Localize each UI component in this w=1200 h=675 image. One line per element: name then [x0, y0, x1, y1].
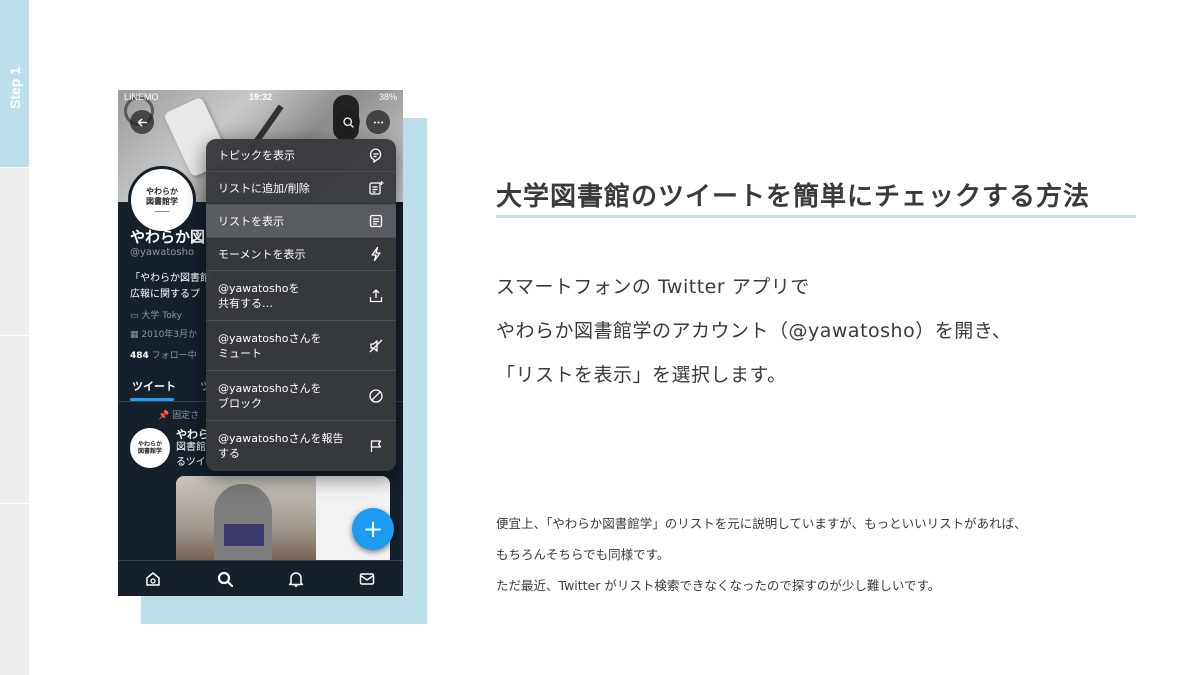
compose-tweet-button[interactable]: + [352, 508, 394, 550]
page-title: 大学図書館のツイートを簡単にチェックする方法 [496, 182, 1091, 212]
menu-item-label: @yawatoshoさんを ブロック [218, 381, 322, 410]
plus-icon: + [362, 515, 384, 543]
bio-line: 「やわらか図書館 [130, 273, 210, 284]
list-add-icon [368, 180, 384, 196]
avatar-text-line: 図書館学 [146, 196, 178, 206]
title-underline [496, 215, 1136, 218]
briefcase-icon: ▭ [130, 311, 139, 321]
menu-item-label: モーメントを表示 [218, 247, 306, 261]
arrow-left-icon [137, 118, 147, 126]
profile-name: やわらか図 [130, 228, 206, 246]
joined-date: 2010年3月か [141, 330, 198, 340]
block-icon [368, 388, 384, 404]
menu-item-report[interactable]: @yawatoshoさんを報告 する [206, 421, 396, 471]
profile-avatar[interactable]: やわらか 図書館学 ━━━━━━ [128, 166, 196, 234]
menu-item-label: @yawatoshoさんを ミュート [218, 331, 322, 360]
menu-item-view-moments[interactable]: モーメントを表示 [206, 238, 396, 271]
step-rail: Step 1 [0, 0, 29, 675]
more-options-button[interactable] [366, 110, 390, 134]
tweet-text: 図書館 るツイ [176, 440, 206, 470]
battery-label: 38% [378, 92, 397, 102]
following-label: フォロー中 [151, 351, 197, 361]
menu-item-add-remove-list[interactable]: リストに追加/削除 [206, 172, 396, 205]
avatar-text-line: 図書館学 [137, 448, 162, 455]
menu-item-label: リストを表示 [218, 214, 284, 228]
bio-line: 広報に関するプ [130, 289, 200, 300]
bell-icon [288, 572, 304, 587]
flag-icon [368, 438, 384, 454]
menu-item-view-lists[interactable]: リストを表示 [206, 205, 396, 238]
profile-meta-location: ▭ 大学 Toky [130, 308, 182, 321]
avatar-text-line: やわらか [137, 441, 162, 448]
menu-item-label: リストに追加/削除 [218, 181, 310, 195]
pinned-text: 固定さ [172, 411, 200, 421]
menu-item-label: トピックを表示 [218, 148, 295, 162]
menu-item-share[interactable]: @yawatoshoを 共有する… [206, 271, 396, 321]
profile-handle: @yawatosho [130, 247, 195, 258]
list-icon [368, 213, 384, 229]
clock: 19:32 [248, 92, 273, 102]
mute-icon [368, 338, 384, 354]
note-line-2: もちろんそちらでも同様です。 [496, 547, 670, 562]
step-rail-segment[interactable] [0, 504, 29, 675]
note-line-3: ただ最近、Twitter がリスト検索できなくなったので探すのが少し難しいです。 [496, 578, 941, 593]
mail-icon [359, 573, 375, 585]
topic-icon [368, 147, 384, 163]
tweet-text-line: 図書館 [176, 442, 206, 453]
share-icon [368, 288, 384, 304]
tweet-text-line: るツイ [176, 457, 206, 468]
overflow-menu: トピックを表示 リストに追加/削除 リストを表示 モーメントを表示 @yawat… [206, 139, 396, 471]
pinned-tweet-label: 📌 固定さ [158, 408, 199, 421]
profile-bio: 「やわらか図書館 広報に関するプ [130, 271, 210, 303]
active-tab-indicator [130, 398, 174, 401]
menu-item-view-topics[interactable]: トピックを表示 [206, 139, 396, 172]
lead-line-1: スマートフォンの Twitter アプリで [496, 276, 810, 298]
step-label: Step 1 [6, 66, 23, 110]
profile-meta-joined: ▦ 2010年3月か [130, 327, 197, 340]
bottom-navigation [118, 560, 403, 596]
tweet-avatar[interactable]: やわらか 図書館学 [130, 428, 170, 468]
photo-book [224, 524, 264, 546]
menu-item-mute[interactable]: @yawatoshoさんを ミュート [206, 321, 396, 371]
pin-icon: 📌 [158, 411, 170, 421]
more-icon [373, 120, 383, 124]
nav-home[interactable] [144, 570, 162, 588]
search-button[interactable] [336, 110, 360, 134]
search-icon [217, 571, 234, 588]
home-icon [146, 572, 160, 586]
menu-item-block[interactable]: @yawatoshoさんを ブロック [206, 371, 396, 421]
phone-screenshot: LINEMO 19:32 38% やわらか 図書館学 ━━━━━━ やわらか図 … [118, 90, 403, 596]
status-bar: LINEMO 19:32 38% [118, 90, 403, 106]
nav-search[interactable] [216, 570, 234, 588]
step-rail-segment[interactable] [0, 168, 29, 336]
calendar-icon: ▦ [130, 330, 139, 340]
avatar-subtext: ━━━━━━ [154, 208, 170, 214]
lead-line-2: やわらか図書館学のアカウント（@yawatosho）を開き、 [496, 320, 1012, 342]
lightning-icon [368, 246, 384, 262]
nav-notifications[interactable] [287, 570, 305, 588]
search-icon [342, 116, 354, 128]
lead-line-3: 「リストを表示」を選択します。 [496, 364, 787, 386]
back-button[interactable] [130, 110, 154, 134]
following-count[interactable]: 484 フォロー中 [130, 348, 197, 361]
following-number: 484 [130, 351, 149, 361]
step-rail-segment[interactable] [0, 336, 29, 504]
nav-messages[interactable] [358, 570, 376, 588]
note-line-1: 便宜上、「やわらか図書館学」のリストを元に説明していますが、もっといいリストがあ… [496, 516, 1027, 531]
tab-tweets[interactable]: ツイート [132, 378, 176, 394]
menu-item-label: @yawatoshoを 共有する… [218, 281, 300, 310]
avatar-text-line: やわらか [146, 186, 178, 196]
menu-item-label: @yawatoshoさんを報告 する [218, 432, 344, 460]
profile-meta-text: 大学 Toky [141, 311, 182, 321]
